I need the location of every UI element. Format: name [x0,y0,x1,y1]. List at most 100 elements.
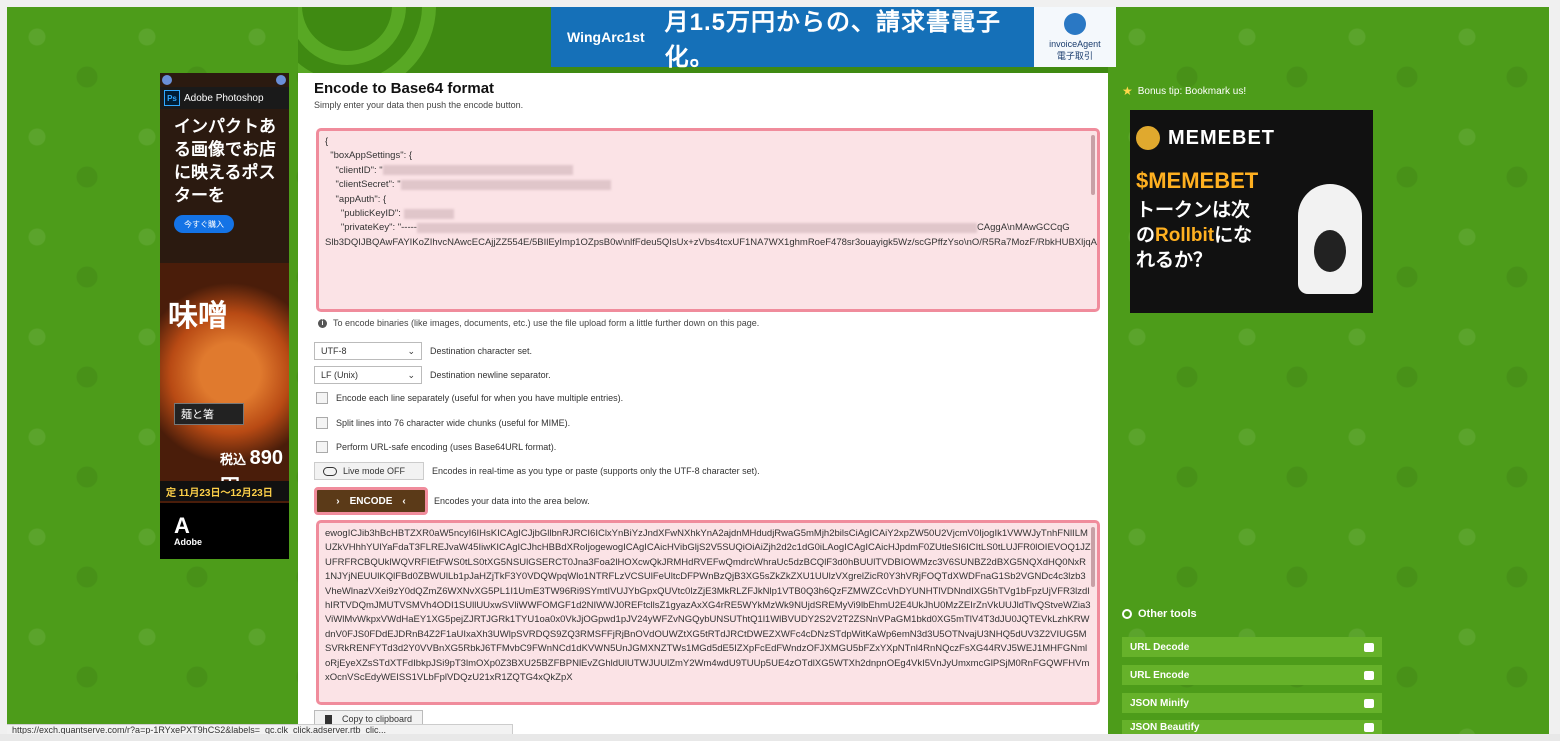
encode-button[interactable]: › ENCODE ‹ [314,487,428,515]
memebet-token: $MEMEBET [1136,168,1259,193]
tool-link-label: JSON Minify [1130,697,1189,709]
ad-close-icon[interactable] [276,75,286,85]
ad-choices[interactable] [160,73,289,87]
tool-link-json-beautify[interactable]: JSON Beautify [1122,720,1382,734]
input-scrollbar[interactable] [1091,135,1095,195]
memebet-copy-highlight: Rollbit [1155,225,1215,246]
adobe-logo-icon: A [174,513,190,538]
memebet-copy-part: にな [1214,225,1253,246]
memebet-copy-line-1: トークンは次 [1136,200,1251,221]
binary-note-text: To encode binaries (like images, documen… [333,318,760,328]
window-frame-left [0,0,7,741]
gear-icon [1122,609,1132,619]
split-lines-checkbox[interactable] [316,417,328,429]
input-line-text: "clientID": " [325,164,383,176]
top-ad-brand: WingArc1st [567,29,645,45]
each-line-label[interactable]: Encode each line separately (useful for … [336,393,623,403]
redacted-value [416,222,977,233]
memebet-logo: MEMEBET [1136,126,1275,150]
input-line: "clientID": " [325,164,1091,178]
tool-link-label: URL Decode [1130,641,1190,653]
split-lines-label[interactable]: Split lines into 76 character wide chunk… [336,418,570,428]
each-line-checkbox[interactable] [316,392,328,404]
right-side-ad[interactable]: MEMEBET $MEMEBET トークンは次 のRollbitにな れるか？ [1130,110,1373,313]
live-mode-text: Live mode OFF [343,466,406,476]
left-ad-copy: インパクトある画像でお店に映えるポスターを [174,117,276,205]
output-textarea[interactable]: ewogICJib3hBcHBTZXR0aW5ncyI6IHsKICAgICJj… [316,520,1100,705]
meme-character-mouth [1314,230,1346,272]
charset-value: UTF-8 [321,346,347,356]
page-subtitle: Simply enter your data then push the enc… [314,100,524,110]
top-ad-logo-sub: 電子取引 [1056,50,1093,61]
input-line: "appAuth": { [325,193,387,205]
left-ad-cta-button[interactable]: 今すぐ購入 [174,215,234,233]
other-tools-heading: Other tools [1122,608,1197,620]
chevron-down-icon: ⌄ [407,369,415,380]
left-ad-text-chip: 麺と箸 [174,403,244,425]
ad-info-icon[interactable] [162,75,172,85]
bonus-tip: ★ Bonus tip: Bookmark us! [1122,84,1246,98]
star-icon: ★ [1122,84,1133,98]
input-textarea[interactable]: { "boxAppSettings": { "clientID": " "cli… [316,128,1100,312]
input-line-text: "publicKeyID": [325,208,404,220]
url-safe-checkbox[interactable] [316,441,328,453]
newline-select[interactable]: LF (Unix) ⌄ [314,366,422,384]
live-mode-toggle[interactable]: Live mode OFF [314,462,424,480]
chevron-right-icon: › [336,495,340,507]
charset-label: Destination character set. [430,346,533,356]
page-title: Encode to Base64 format [314,80,495,97]
input-body: Slb3DQIJBQAwFAYIKoZIhvcNAwcECAjjZZ554E/5… [325,236,1100,248]
tool-link-label: JSON Beautify [1130,721,1200,733]
redacted-value [400,179,611,190]
charset-select[interactable]: UTF-8 ⌄ [314,342,422,360]
left-side-ad[interactable]: Ps Adobe Photoshop インパクトある画像でお店に映えるポスターを… [160,73,289,559]
file-icon [1364,698,1374,708]
url-safe-label[interactable]: Perform URL-safe encoding (uses Base64UR… [336,442,556,452]
option-urlsafe: Perform URL-safe encoding (uses Base64UR… [314,441,556,453]
input-line: "boxAppSettings": { [325,150,413,162]
left-ad-footer: A Adobe [160,503,289,559]
option-split: Split lines into 76 character wide chunk… [314,417,570,429]
tool-link-url-encode[interactable]: URL Encode [1122,665,1382,685]
memebet-copy: トークンは次 のRollbitにな れるか？ [1136,198,1286,273]
toggle-off-icon [323,466,337,476]
option-each-line: Encode each line separately (useful for … [314,392,623,404]
live-mode-row: Live mode OFF Encodes in real-time as yo… [314,462,760,480]
memebet-copy-line-2: のRollbitにな [1136,223,1286,248]
memebet-copy-part: の [1136,225,1156,246]
clipboard-icon [325,714,332,724]
input-line: "clientSecret": " [325,178,1091,192]
output-scrollbar[interactable] [1091,527,1095,587]
top-banner-ad[interactable]: WingArc1st 月1.5万円からの、請求書電子化。 invoiceAgen… [551,7,1116,71]
top-ad-logo-name: invoiceAgent [1049,38,1101,49]
input-line-text: "privateKey": "----- [325,222,417,234]
redacted-value [403,208,454,219]
newline-row: LF (Unix) ⌄ Destination newline separato… [314,366,551,384]
top-ad-headline: 月1.5万円からの、請求書電子化。 [664,9,1002,71]
window-frame-right [1550,0,1560,741]
input-line: "privateKey": "----- CAggA\nMAwGCCqG [325,221,1091,235]
tool-link-json-minify[interactable]: JSON Minify [1122,693,1382,713]
chevron-down-icon: ⌄ [407,345,415,356]
tool-link-label: URL Encode [1130,669,1190,681]
chevron-left-icon: ‹ [402,495,406,507]
window-frame-bottom [0,734,1560,741]
tool-link-url-decode[interactable]: URL Decode [1122,637,1382,657]
left-ad-footer-text: Adobe [174,537,202,547]
invoice-agent-icon [1063,12,1086,35]
charset-row: UTF-8 ⌄ Destination character set. [314,342,532,360]
window-frame-top [0,0,1560,7]
input-line: { [325,136,329,147]
memebet-copy-line-3: れるか？ [1136,250,1213,271]
live-mode-label: Encodes in real-time as you type or past… [432,466,760,476]
encode-label: Encodes your data into the area below. [434,496,590,506]
input-line-text: "clientSecret": " [325,179,401,191]
top-ad-logo: invoiceAgent 電子取引 [1033,7,1116,67]
copy-button-label: Copy to clipboard [342,714,413,724]
photoshop-icon: Ps [164,90,180,106]
redacted-value [382,165,573,176]
output-text: ewogICJib3hBcHBTZXR0aW5ncyI6IHsKICAgICJj… [325,528,1091,684]
left-ad-brand: Adobe Photoshop [184,92,264,104]
encode-row: › ENCODE ‹ Encodes your data into the ar… [314,487,590,515]
memebet-brand: MEMEBET [1168,126,1275,149]
